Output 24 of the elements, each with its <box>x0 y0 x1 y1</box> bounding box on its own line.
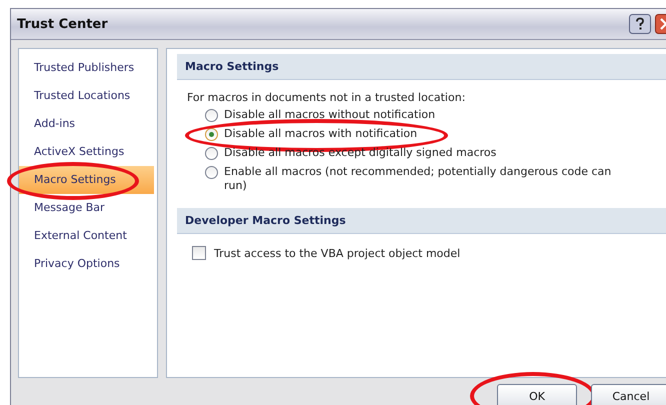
dialog-button[interactable]: OK <box>497 384 577 405</box>
checkbox[interactable] <box>192 246 206 260</box>
sidebar-item[interactable]: ActiveX Settings <box>19 138 154 166</box>
window-title: Trust Center <box>17 16 108 32</box>
sidebar-item[interactable]: Trusted Locations <box>19 82 154 110</box>
checkbox-label[interactable]: Trust access to the VBA project object model <box>214 246 460 260</box>
sidebar-item[interactable]: Trusted Publishers <box>19 54 154 82</box>
option-label[interactable]: Enable all macros (not recommended; potentially dangerous code can run) <box>224 165 624 193</box>
radio-button[interactable] <box>205 109 218 122</box>
intro-text: For macros in documents not in a trusted location: <box>187 91 466 104</box>
sidebar-item[interactable]: Privacy Options <box>19 250 154 278</box>
option-label[interactable]: Disable all macros with notification <box>224 127 624 141</box>
section-heading: Macro Settings <box>185 60 279 73</box>
help-icon[interactable] <box>629 14 651 34</box>
sidebar-item[interactable]: Macro Settings <box>19 166 154 194</box>
option-label[interactable]: Disable all macros without notification <box>224 108 624 122</box>
radio-button[interactable] <box>205 166 218 179</box>
sidebar-item[interactable]: Message Bar <box>19 194 154 222</box>
radio-button[interactable] <box>205 147 218 160</box>
sidebar-item[interactable]: Add-ins <box>19 110 154 138</box>
section-heading: Developer Macro Settings <box>185 214 346 227</box>
radio-button[interactable] <box>205 128 218 141</box>
dialog-button[interactable]: Cancel <box>591 384 666 405</box>
sidebar-item[interactable]: External Content <box>19 222 154 250</box>
